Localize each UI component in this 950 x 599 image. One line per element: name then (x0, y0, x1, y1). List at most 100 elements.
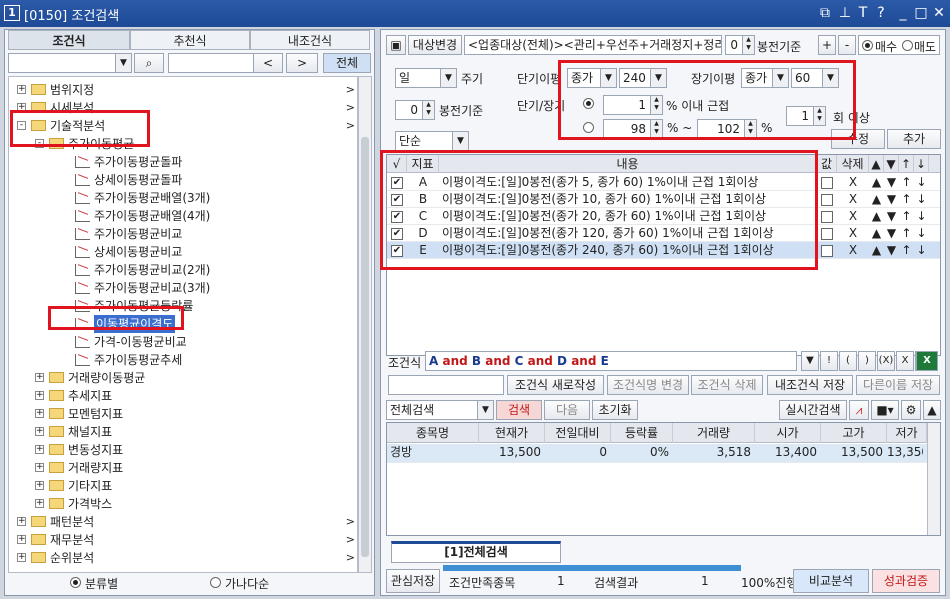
tree-item[interactable]: - 기술적분석 > (9, 117, 357, 135)
row-move-top-icon[interactable]: ↑ (899, 174, 914, 191)
row-move-down-icon[interactable]: ▼ (884, 208, 899, 225)
row-move-up-icon[interactable]: ▲ (869, 191, 884, 208)
rename-condition-button[interactable]: 조건식명 변경 (607, 375, 689, 395)
tree-item[interactable]: 주가이동평균추세 (9, 351, 357, 369)
add-button[interactable]: 추가 (887, 129, 941, 149)
results-col-header[interactable]: 고가 (821, 423, 887, 443)
delete-condition-button[interactable]: 조건식 삭제 (691, 375, 763, 395)
target-icon-button[interactable]: ▣ (386, 35, 406, 55)
expand-icon[interactable]: + (35, 409, 44, 418)
sort-by-name-radio[interactable] (210, 577, 221, 588)
plus-button[interactable]: + (818, 35, 836, 55)
results-col-header[interactable]: 시가 (755, 423, 821, 443)
spinner-arrows-icon[interactable]: ▲ ▼ (813, 107, 825, 125)
chart-icon[interactable]: ⩘ (849, 400, 869, 420)
expr-tool-button[interactable]: (X) (877, 351, 895, 371)
checkbox-checked-icon[interactable]: ✔ (391, 244, 403, 257)
tree-item[interactable]: + 범위지정 > (9, 81, 357, 99)
checkbox-checked-icon[interactable]: ✔ (391, 176, 403, 189)
condition-row[interactable]: ✔ C 이평이격도:[일]0봉전(종가 20, 종가 60) 1%이내 근접 1회이… (387, 208, 940, 225)
search-input[interactable] (168, 53, 256, 73)
value-checkbox[interactable] (821, 193, 833, 206)
checkbox-checked-icon[interactable]: ✔ (391, 210, 403, 223)
scroll-thumb[interactable] (361, 137, 369, 557)
expand-icon[interactable]: + (35, 463, 44, 472)
my-save-button[interactable]: 내조건식 저장 (767, 375, 853, 395)
tree-item[interactable]: + 추세지표 (9, 387, 357, 405)
row-move-up-icon[interactable]: ▲ (869, 225, 884, 242)
new-condition-button[interactable]: 조건식 새로작성 (507, 375, 604, 395)
tree-item[interactable]: + 패턴분석 > (9, 513, 357, 531)
row-move-up-icon[interactable]: ▲ (869, 174, 884, 191)
spinner-arrows-icon[interactable]: ▲ ▼ (422, 101, 434, 119)
tree-item[interactable]: + 재무분석 > (9, 531, 357, 549)
row-move-bottom-icon[interactable]: ↓ (914, 174, 929, 191)
tree-item[interactable]: + 변동성지표 (9, 441, 357, 459)
row-delete[interactable]: X (837, 208, 869, 225)
reset-button[interactable]: 초기화 (592, 400, 638, 420)
row-move-bottom-icon[interactable]: ↓ (914, 208, 929, 225)
spinner-arrows-icon[interactable]: ▲ ▼ (650, 120, 662, 138)
tree-item[interactable]: 주가이동평균돌파 (9, 153, 357, 171)
realtime-search-button[interactable]: 실시간검색 (779, 400, 847, 420)
stop-icon[interactable]: ■▾ (871, 400, 899, 420)
tree-item[interactable]: + 채널지표 (9, 423, 357, 441)
results-col-header[interactable]: 종목명 (387, 423, 479, 443)
expand-icon[interactable]: + (35, 427, 44, 436)
target-text[interactable]: <업종대상(전체)><관리+우선주+거래정지+정리매매+... (464, 35, 722, 55)
tree-item[interactable]: 주가이동평균등락률 (9, 297, 357, 315)
expand-icon[interactable]: + (17, 517, 26, 526)
results-col-header[interactable]: 등락률 (611, 423, 673, 443)
checkbox-checked-icon[interactable]: ✔ (391, 227, 403, 240)
row-move-top-icon[interactable]: ↑ (899, 242, 914, 259)
condition-row[interactable]: ✔ E 이평이격도:[일]0봉전(종가 240, 종가 60) 1%이내 근접 1회… (387, 242, 940, 259)
search-next-button[interactable]: 다음 (544, 400, 590, 420)
near-radio[interactable] (583, 98, 594, 109)
value-checkbox[interactable] (821, 210, 833, 223)
row-move-top-icon[interactable]: ↑ (899, 208, 914, 225)
tree-item[interactable]: + 가격박스 (9, 495, 357, 513)
row-move-down-icon[interactable]: ▼ (884, 242, 899, 259)
row-delete[interactable]: X (837, 225, 869, 242)
row-move-up-icon[interactable]: ▲ (869, 242, 884, 259)
value-checkbox[interactable] (821, 176, 833, 189)
row-delete[interactable]: X (837, 242, 869, 259)
range-radio[interactable] (583, 122, 594, 133)
expand-icon[interactable]: + (35, 445, 44, 454)
short-value-select[interactable]: 240 ▼ (619, 68, 667, 88)
checkbox-checked-icon[interactable]: ✔ (391, 193, 403, 206)
close-icon[interactable]: ✕ (930, 4, 948, 22)
long-price-select[interactable]: 종가 ▼ (741, 68, 789, 88)
expr-tool-button[interactable]: ▼ (801, 351, 819, 371)
condition-row[interactable]: ✔ B 이평이격도:[일]0봉전(종가 10, 종가 60) 1%이내 근접 1회이… (387, 191, 940, 208)
minimize-icon[interactable]: _ (894, 4, 912, 22)
modify-button[interactable]: 수정 (831, 129, 885, 149)
tree-item[interactable]: + 거래량지표 (9, 459, 357, 477)
tree-item[interactable]: 주가이동평균배열(3개) (9, 189, 357, 207)
tree-item[interactable]: 주가이동평균배열(4개) (9, 207, 357, 225)
tree-item[interactable]: + 기타지표 (9, 477, 357, 495)
sort-by-category-radio[interactable] (70, 577, 81, 588)
font-icon[interactable]: T (854, 4, 872, 22)
spinner-arrows-icon[interactable]: ▲ ▼ (650, 96, 662, 114)
tree-scrollbar[interactable] (358, 76, 372, 573)
results-col-header[interactable]: 전일대비 (545, 423, 611, 443)
bong-spinner[interactable]: 0 ▲ ▼ (395, 100, 435, 120)
range-to-spinner[interactable]: 102 ▲ ▼ (697, 119, 757, 139)
gear-icon[interactable]: ⚙ (901, 400, 921, 420)
result-row[interactable]: 경방 13,500 0 0% 3,518 13,400 13,500 13,350 (387, 444, 927, 463)
minus-button[interactable]: - (838, 35, 856, 55)
search-combo[interactable]: ▼ (8, 53, 132, 73)
tree-item[interactable]: + 시세분석 > (9, 99, 357, 117)
sell-radio[interactable] (902, 40, 913, 51)
tree-item[interactable]: + 거래량이동평균 (9, 369, 357, 387)
collapse-icon[interactable]: - (35, 139, 44, 148)
expand-icon[interactable]: + (35, 481, 44, 490)
tree-item[interactable]: - 주가이동평균 (9, 135, 357, 153)
compare-button[interactable]: 비교분석 (793, 569, 869, 593)
next-button[interactable]: > (286, 53, 318, 73)
condition-row[interactable]: ✔ A 이평이격도:[일]0봉전(종가 5, 종가 60) 1%이내 근접 1회이상… (387, 174, 940, 191)
range-from-spinner[interactable]: 98 ▲ ▼ (603, 119, 663, 139)
mode-select[interactable]: 단순 ▼ (395, 131, 469, 151)
maximize-icon[interactable]: □ (912, 4, 930, 22)
